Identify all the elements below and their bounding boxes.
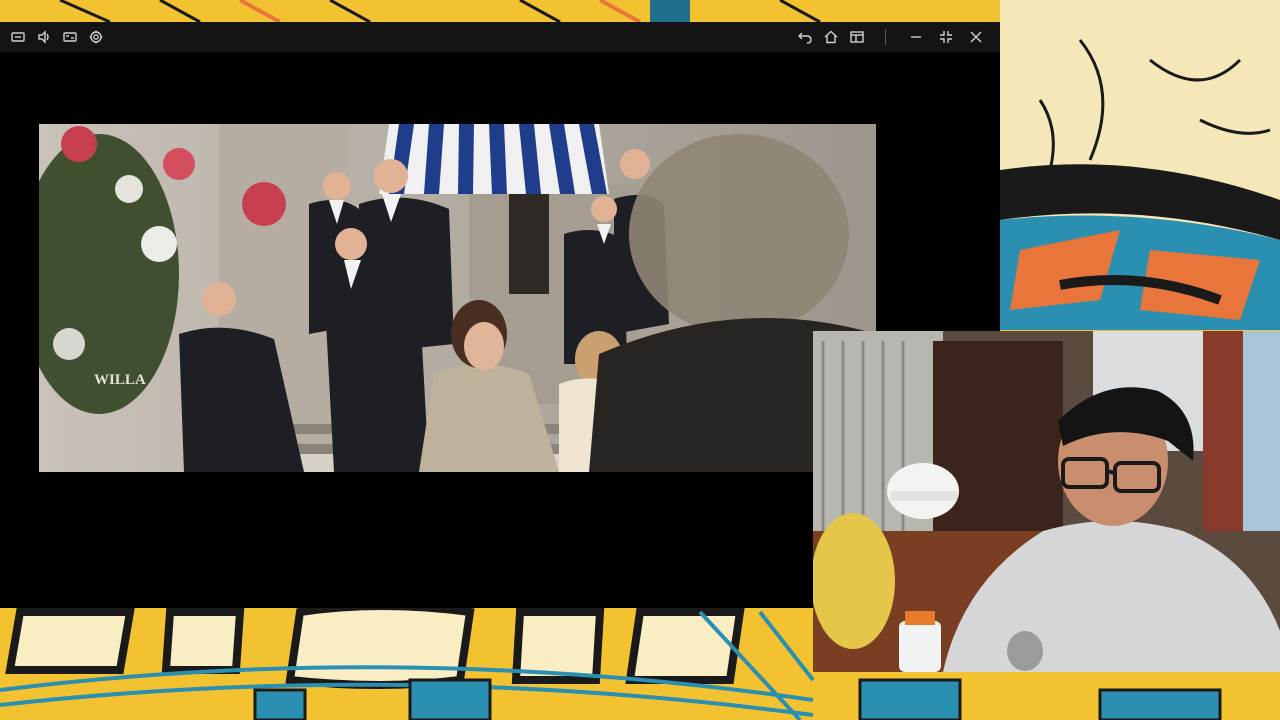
movie-scene: WILLA (39, 124, 876, 472)
toolbar-divider (885, 29, 886, 45)
volume-button[interactable] (34, 27, 54, 47)
webcam-overlay (813, 331, 1280, 672)
layout-button[interactable] (847, 27, 867, 47)
close-icon (970, 31, 982, 43)
video-frame[interactable]: WILLA (39, 124, 876, 472)
restore-button[interactable] (934, 27, 958, 47)
undo-button[interactable] (795, 27, 815, 47)
webcam-scene (813, 331, 1280, 672)
restore-icon (940, 31, 952, 43)
building-sign: WILLA (94, 372, 146, 388)
player-toolbar-left (0, 27, 106, 47)
home-icon (824, 30, 838, 44)
close-button[interactable] (964, 27, 988, 47)
volume-icon (38, 30, 49, 44)
home-button[interactable] (821, 27, 841, 47)
display-mode-button[interactable] (8, 27, 28, 47)
player-titlebar (0, 22, 1000, 52)
player-toolbar-right (795, 22, 988, 52)
display-mode-icon (11, 32, 25, 42)
settings-icon (89, 30, 103, 44)
caption-icon (63, 32, 77, 42)
undo-icon (798, 32, 812, 44)
minimize-icon (911, 36, 921, 38)
layout-icon (850, 31, 864, 43)
caption-button[interactable] (60, 27, 80, 47)
minimize-button[interactable] (904, 27, 928, 47)
settings-button[interactable] (86, 27, 106, 47)
